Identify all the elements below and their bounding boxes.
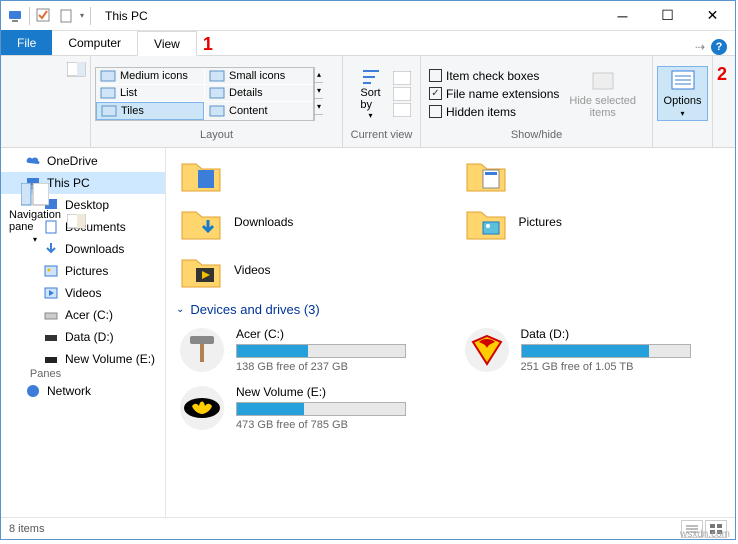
- close-button[interactable]: ✕: [690, 2, 735, 30]
- drive-icon: [180, 386, 224, 430]
- watermark: wsxdn.com: [680, 529, 730, 540]
- layout-expand[interactable]: ▾: [315, 99, 323, 115]
- hidden-items-toggle[interactable]: Hidden items: [425, 103, 563, 121]
- drive-icon: [465, 328, 509, 372]
- network-icon: [25, 383, 41, 399]
- minimize-button[interactable]: ─: [600, 2, 645, 30]
- pc-icon: [7, 8, 23, 24]
- pin-ribbon-icon[interactable]: ⇢: [695, 40, 705, 54]
- navigation-pane-icon: [21, 183, 49, 207]
- drive-data-d-[interactable]: Data (D:) 251 GB free of 1.05 TB: [461, 323, 726, 377]
- checkbox-icon[interactable]: [36, 8, 52, 24]
- folder-icon: [465, 156, 507, 192]
- folder-icon: [465, 204, 507, 240]
- folder-pictures[interactable]: Pictures: [461, 200, 726, 244]
- folder-unknown[interactable]: [461, 152, 726, 196]
- hide-selected-button[interactable]: Hide selected items: [563, 67, 642, 121]
- layout-icon: [100, 70, 116, 82]
- layout-group-label: Layout: [95, 127, 338, 143]
- options-label: Options: [664, 95, 702, 107]
- file-ext-label: File name extensions: [446, 87, 559, 101]
- callout-1: 1: [197, 34, 219, 55]
- file-extensions-toggle[interactable]: ✓File name extensions: [425, 85, 563, 103]
- current-view-group-label: Current view: [347, 127, 416, 143]
- layout-option-small-icons[interactable]: Small icons: [205, 68, 313, 84]
- status-text: 8 items: [9, 523, 44, 535]
- separator: [29, 7, 30, 25]
- properties-icon[interactable]: [58, 8, 74, 24]
- layout-option-list[interactable]: List: [96, 85, 204, 101]
- nav-pane-label: Navigation pane: [9, 209, 61, 233]
- item-checkboxes-toggle[interactable]: Item check boxes: [425, 67, 563, 85]
- show-hide-group-label: Show/hide: [425, 127, 648, 143]
- callout-2: 2: [711, 64, 733, 85]
- navigation-pane-button[interactable]: Navigation pane ▾: [5, 181, 65, 246]
- qat-dropdown-icon[interactable]: ▾: [80, 11, 84, 20]
- layout-scroll-down[interactable]: ▾: [315, 83, 323, 99]
- sort-icon: [359, 67, 383, 87]
- hidden-label: Hidden items: [446, 105, 516, 119]
- sort-by-button[interactable]: Sort by ▾: [351, 65, 391, 122]
- item-check-label: Item check boxes: [446, 69, 539, 83]
- separator: [90, 7, 91, 25]
- sidebar-item-network[interactable]: Network: [1, 380, 165, 402]
- layout-option-details[interactable]: Details: [205, 85, 313, 101]
- options-button[interactable]: Options ▾: [657, 66, 709, 121]
- panes-group-label: Panes: [5, 366, 86, 382]
- group-by-button[interactable]: [393, 71, 411, 85]
- layout-icon: [209, 87, 225, 99]
- layout-option-content[interactable]: Content: [205, 102, 313, 120]
- tab-view[interactable]: View: [137, 31, 197, 56]
- layout-option-medium-icons[interactable]: Medium icons: [96, 68, 204, 84]
- layout-icon: [100, 87, 116, 99]
- window-title: This PC: [97, 9, 600, 23]
- details-pane-button[interactable]: [67, 214, 367, 364]
- size-columns-button[interactable]: [393, 103, 411, 117]
- layout-icon: [101, 105, 117, 117]
- hide-selected-icon: [589, 69, 617, 93]
- options-icon: [669, 69, 697, 93]
- tab-computer[interactable]: Computer: [52, 30, 137, 55]
- help-icon[interactable]: ?: [711, 39, 727, 55]
- maximize-button[interactable]: ☐: [645, 2, 690, 30]
- layout-option-tiles[interactable]: Tiles: [96, 102, 204, 120]
- sort-by-label: Sort by: [360, 87, 380, 111]
- drive-new-volume-e-[interactable]: New Volume (E:) 473 GB free of 785 GB: [176, 381, 441, 435]
- hide-selected-label: Hide selected items: [569, 95, 636, 119]
- layout-icon: [209, 70, 225, 82]
- layout-icon: [209, 105, 225, 117]
- file-tab[interactable]: File: [1, 30, 52, 55]
- layout-scroll-up[interactable]: ▴: [315, 67, 323, 83]
- columns-button[interactable]: [393, 87, 411, 101]
